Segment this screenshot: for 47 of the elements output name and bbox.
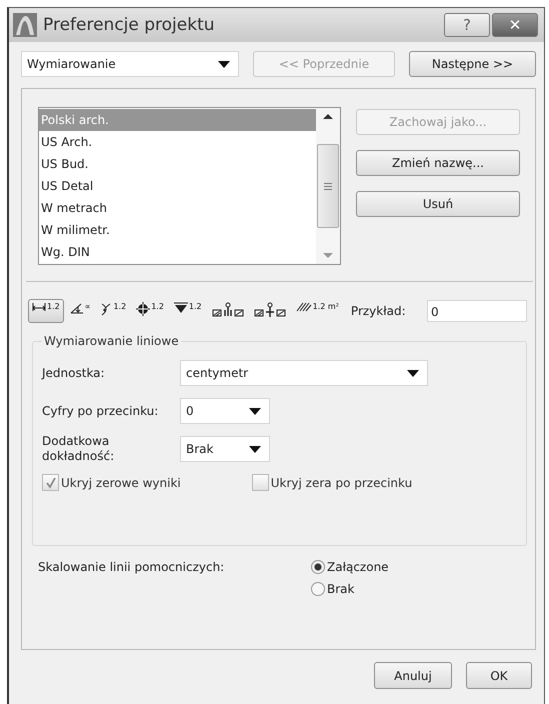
dimension-tool[interactable]: 1.2 xyxy=(170,299,206,323)
preset-button[interactable]: Usuń xyxy=(356,191,520,217)
preset-item[interactable]: US Arch. xyxy=(39,131,316,153)
dimension-tool[interactable]: 1.2 m² xyxy=(292,299,343,323)
option-dropdown[interactable]: centymetr xyxy=(180,360,428,386)
window-title: Preferencje projektu xyxy=(43,15,216,35)
dimension-tool[interactable]: 1.2 xyxy=(132,299,168,323)
radio-button[interactable] xyxy=(311,582,325,596)
wall-opening-icon xyxy=(212,302,244,318)
radio-label: Załączone xyxy=(327,560,389,574)
next-button[interactable]: Następne >> xyxy=(409,51,536,77)
arc-icon xyxy=(100,302,112,316)
dimension-tool[interactable]: ∝ xyxy=(66,299,94,323)
preset-item[interactable]: US Bud. xyxy=(39,153,316,175)
radio-button[interactable] xyxy=(311,560,325,574)
hatch-icon xyxy=(296,302,312,312)
close-button[interactable]: ✕ xyxy=(492,13,538,37)
example-label: Przykład: xyxy=(350,304,406,318)
option-dropdown[interactable]: 0 xyxy=(180,398,270,424)
crosshair-icon xyxy=(136,302,150,316)
dialog-button[interactable]: Anuluj xyxy=(374,662,452,689)
checkbox-label: Ukryj zerowe wyniki xyxy=(61,476,181,490)
preset-item[interactable]: W metrach xyxy=(39,197,316,219)
scaling-label: Skalowanie linii pomocniczych: xyxy=(38,560,226,576)
section-dropdown[interactable]: Wymiarowanie xyxy=(21,51,239,77)
option-dropdown[interactable]: Brak xyxy=(180,436,270,462)
checkbox-label: Ukryj zera po przecinku xyxy=(270,476,412,490)
dimension-line-icon xyxy=(32,302,46,312)
example-field[interactable]: 0 xyxy=(427,300,527,322)
help-button[interactable]: ? xyxy=(444,13,490,37)
preset-item[interactable]: W milimetr. xyxy=(39,219,316,241)
field-label: Cyfry po przecinku: xyxy=(42,404,160,418)
app-logo-icon xyxy=(13,13,37,37)
scrollbar[interactable] xyxy=(316,108,340,264)
dimension-tool[interactable]: 1.2 xyxy=(96,299,130,323)
dialog-button[interactable]: OK xyxy=(466,662,532,689)
preset-item[interactable]: Wg. DIN xyxy=(39,241,316,263)
group-title: Wymiarowanie liniowe xyxy=(43,334,180,348)
angle-icon xyxy=(70,302,84,314)
triangle-marker-icon xyxy=(174,302,188,314)
preset-button[interactable]: Zmień nazwę... xyxy=(356,150,520,176)
radio-label: Brak xyxy=(327,582,354,596)
dimension-tool[interactable]: 1.2 xyxy=(28,299,64,323)
preset-item[interactable]: US Detal xyxy=(39,175,316,197)
wall-opening-icon xyxy=(254,302,286,318)
field-label: Jednostka: xyxy=(42,366,106,380)
field-label: Dodatkowa dokładność: xyxy=(42,434,116,464)
